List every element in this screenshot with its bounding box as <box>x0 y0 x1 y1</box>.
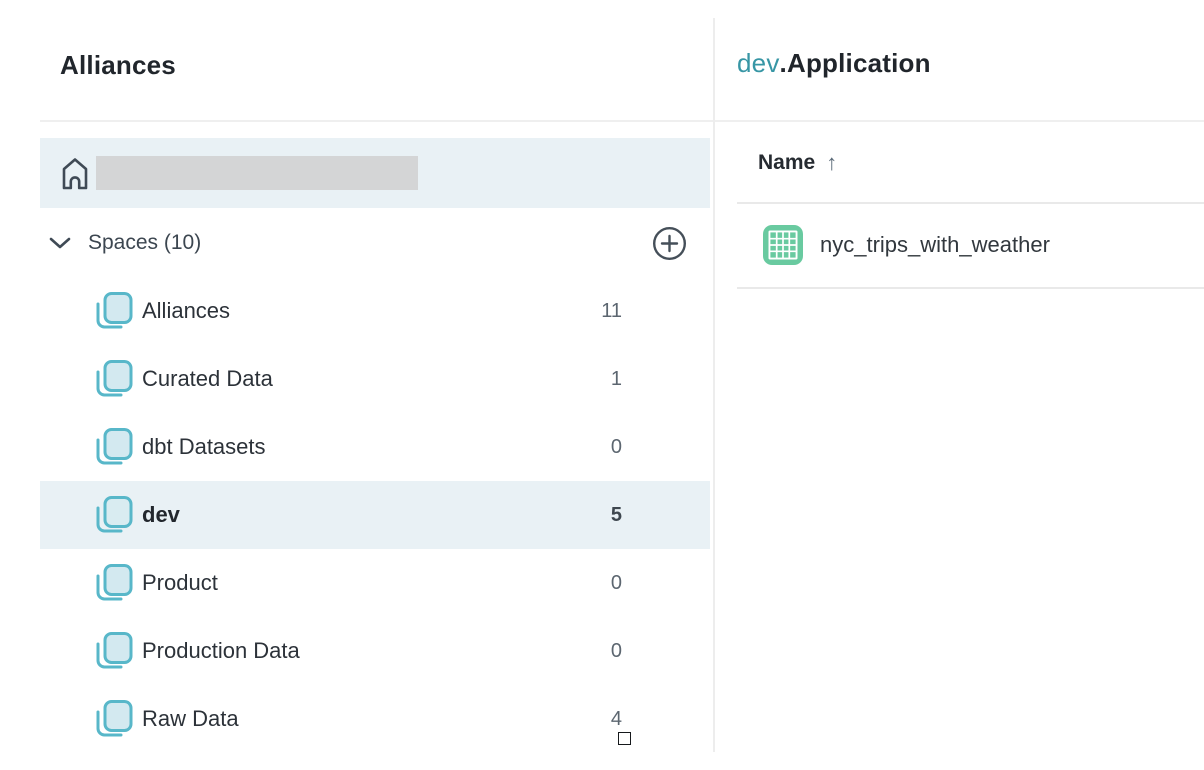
space-icon <box>93 698 134 741</box>
space-count: 0 <box>611 436 622 459</box>
space-count: 11 <box>601 300 622 323</box>
breadcrumb: dev.Application <box>737 48 931 79</box>
sidebar-item-dbt-datasets[interactable]: dbt Datasets 0 <box>40 413 710 481</box>
space-icon <box>93 562 134 605</box>
sidebar-item-home[interactable] <box>40 138 710 208</box>
table-row-divider <box>737 287 1204 289</box>
column-header-label: Name <box>758 151 815 175</box>
space-label: Product <box>142 570 218 596</box>
space-icon <box>93 494 134 537</box>
spaces-section-label: Spaces (10) <box>88 231 201 255</box>
plus-circle-icon <box>651 225 688 262</box>
sidebar-item-dev[interactable]: dev 5 <box>40 481 710 549</box>
space-count: 5 <box>611 504 622 527</box>
space-label: Curated Data <box>142 366 273 392</box>
space-label: dbt Datasets <box>142 434 266 460</box>
space-count: 1 <box>611 368 622 391</box>
spaces-section-header: Spaces (10) <box>40 224 710 262</box>
column-header-name[interactable]: Name ↑ <box>758 150 837 176</box>
home-icon <box>58 154 92 192</box>
space-icon <box>93 290 134 333</box>
space-label: Production Data <box>142 638 300 664</box>
sidebar-item-curated-data[interactable]: Curated Data 1 <box>40 345 710 413</box>
chevron-down-icon[interactable] <box>48 236 72 250</box>
space-count: 0 <box>611 572 622 595</box>
space-label: dev <box>142 502 180 528</box>
breadcrumb-separator: . <box>780 48 787 78</box>
table-row-name: nyc_trips_with_weather <box>820 232 1050 258</box>
data-catalog-app: Alliances Spaces (10) <box>0 0 1204 770</box>
space-count: 0 <box>611 640 622 663</box>
redacted-workspace-name <box>96 156 418 190</box>
table-row-nyc-trips-with-weather[interactable]: nyc_trips_with_weather <box>737 203 1204 287</box>
sidebar-item-product[interactable]: Product 0 <box>40 549 710 617</box>
space-label: Raw Data <box>142 706 239 732</box>
panel-divider <box>713 18 715 752</box>
space-count: 4 <box>611 708 622 731</box>
space-icon <box>93 358 134 401</box>
sidebar-item-alliances[interactable]: Alliances 11 <box>40 277 710 345</box>
breadcrumb-entity: Application <box>787 48 931 78</box>
header-divider <box>40 120 1204 122</box>
breadcrumb-space-link[interactable]: dev <box>737 48 780 78</box>
add-space-button[interactable] <box>651 225 688 262</box>
cursor-artifact-square <box>618 732 631 745</box>
sidebar-item-raw-data[interactable]: Raw Data 4 <box>40 685 710 753</box>
sidebar-item-production-data[interactable]: Production Data 0 <box>40 617 710 685</box>
table-grid-icon <box>762 224 804 266</box>
space-list: Alliances 11 Curated Data 1 <box>0 277 713 753</box>
sidebar-title: Alliances <box>60 50 176 81</box>
space-icon <box>93 630 134 673</box>
space-label: Alliances <box>142 298 230 324</box>
sort-ascending-icon: ↑ <box>826 150 837 176</box>
space-icon <box>93 426 134 469</box>
